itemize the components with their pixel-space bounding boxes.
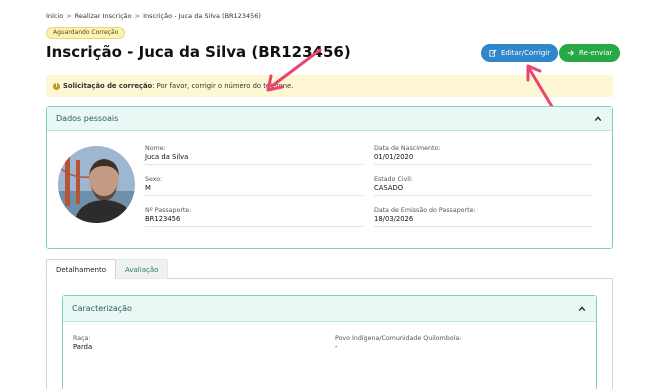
tab-avaliacao[interactable]: Avaliação [116, 259, 169, 279]
field-label: Estado Civil: [374, 176, 413, 183]
alert-message: : Por favor, corrigir o número do telefo… [152, 82, 294, 90]
field-value: - [335, 343, 338, 351]
field-race: Raça: Parda [73, 335, 92, 351]
resend-button[interactable]: Re-enviar [559, 44, 621, 62]
field-value: 18/03/2026 [374, 215, 414, 223]
field-marital-status: Estado Civil: CASADO [374, 176, 592, 196]
field-value: Parda [73, 343, 93, 351]
breadcrumb: Início > Realizar Inscrição > Inscrição - Ju… [46, 12, 261, 20]
breadcrumb-home-link[interactable]: Início [46, 12, 63, 20]
field-birth-date: Data de Nascimento: 01/01/2020 [374, 145, 592, 165]
field-label: Data de Nascimento: [374, 145, 441, 152]
personal-data-card: Dados pessoais Nome: Juca da Silva Data … [46, 106, 613, 249]
field-name: Nome: Juca da Silva [145, 145, 363, 165]
tabs: Detalhamento Avaliação [46, 259, 169, 279]
arrow-right-icon [567, 50, 575, 56]
characterization-header[interactable]: Caracterização [63, 296, 596, 322]
chevron-up-icon[interactable] [578, 305, 586, 313]
status-badge: Aguardando Correção [46, 27, 126, 39]
field-sex: Sexo: M [145, 176, 363, 196]
resend-label: Re-enviar [579, 49, 613, 57]
field-label: Raça: [73, 335, 91, 342]
avatar [58, 146, 135, 223]
breadcrumb-separator: > [134, 12, 141, 20]
field-value: Juca da Silva [145, 153, 189, 161]
alert-title: Solicitação de correção [63, 82, 153, 90]
field-label: Nome: [145, 145, 166, 152]
field-passport-issue-date: Data de Emissão do Passaporte: 18/03/202… [374, 207, 592, 227]
field-value: CASADO [374, 184, 404, 192]
characterization-card: Caracterização Raça: Parda Povo Indígena… [62, 295, 597, 389]
tab-detalhamento[interactable]: Detalhamento [46, 259, 116, 279]
edit-correct-button[interactable]: Editar/Corrigir [481, 44, 559, 62]
breadcrumb-current: Inscrição - Juca da Silva (BR123456) [143, 12, 261, 20]
field-label: Sexo: [145, 176, 163, 183]
chevron-up-icon[interactable] [594, 115, 602, 123]
personal-data-title: Dados pessoais [56, 114, 119, 123]
breadcrumb-inscricao-link[interactable]: Realizar Inscrição [75, 12, 132, 20]
field-value: BR123456 [145, 215, 181, 223]
field-value: 01/01/2020 [374, 153, 414, 161]
field-label: Povo Indígena/Comunidade Quilombola: [335, 335, 462, 342]
info-icon: i [53, 82, 60, 90]
field-indigenous-community: Povo Indígena/Comunidade Quilombola: - [335, 335, 461, 351]
field-passport-number: Nº Passaporte: BR123456 [145, 207, 363, 227]
characterization-title: Caracterização [72, 304, 132, 313]
field-label: Data de Emissão do Passaporte: [374, 207, 476, 214]
breadcrumb-separator: > [66, 12, 72, 20]
field-label: Nº Passaporte: [145, 207, 192, 214]
correction-request-alert: i Solicitação de correção: Por favor, cor… [46, 75, 613, 97]
edit-correct-label: Editar/Corrigir [501, 49, 551, 57]
edit-icon [489, 49, 497, 57]
field-value: M [145, 184, 151, 192]
page-title: Inscrição - Juca da Silva (BR123456) [46, 43, 351, 61]
personal-data-header[interactable]: Dados pessoais [47, 107, 612, 131]
